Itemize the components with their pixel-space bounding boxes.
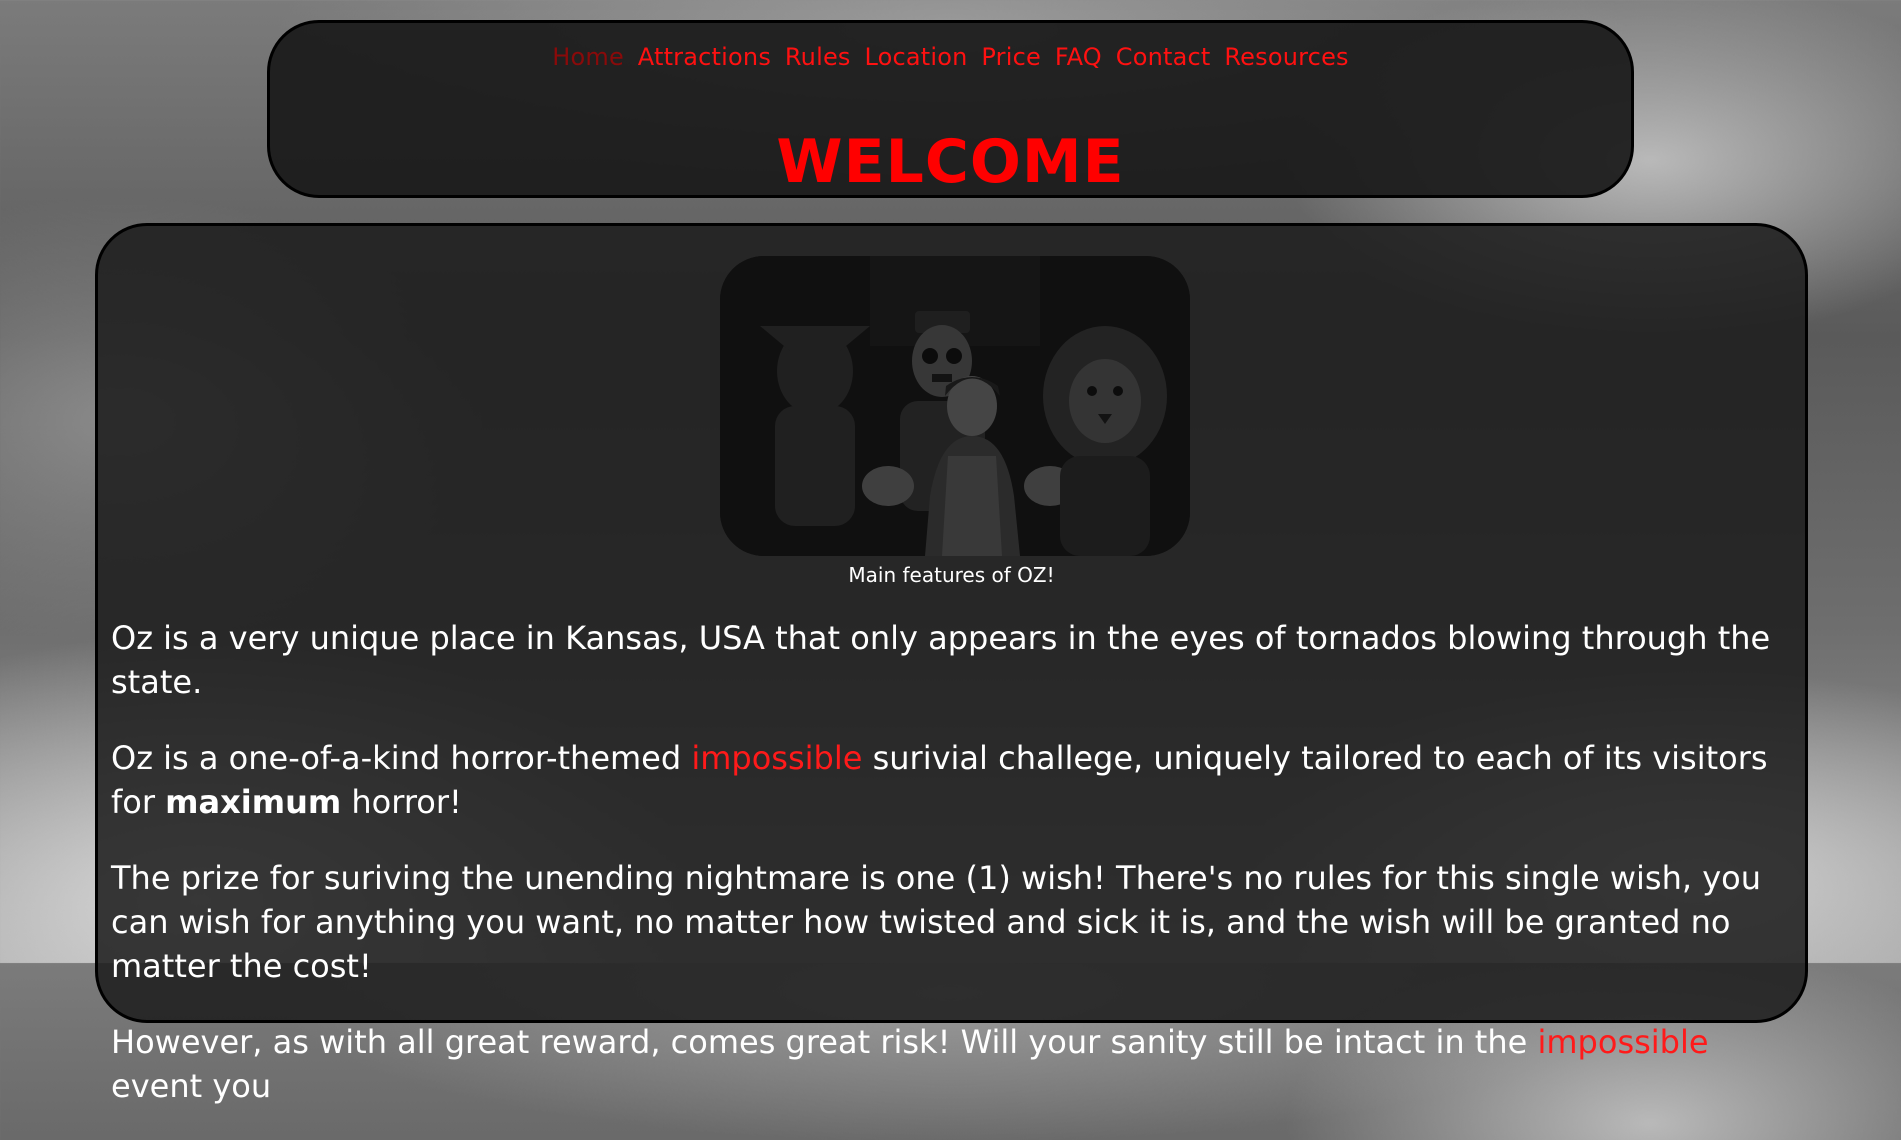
nav-resources[interactable]: Resources [1224, 43, 1348, 71]
photo-caption: Main features of OZ! [848, 563, 1055, 587]
photo-graphic [720, 256, 1190, 556]
text-segment: Oz is a one-of-a-kind horror-themed [111, 739, 692, 777]
maximum-bold: maximum [165, 783, 342, 821]
page-title: WELCOME [776, 127, 1125, 197]
header-panel: Home Attractions Rules Location Price FA… [267, 20, 1634, 198]
nav-price[interactable]: Price [981, 43, 1041, 71]
paragraph-4: However, as with all great reward, comes… [111, 1020, 1801, 1108]
intro-text: Oz is a very unique place in Kansas, USA… [111, 616, 1801, 1140]
main-nav: Home Attractions Rules Location Price FA… [270, 43, 1631, 71]
nav-home[interactable]: Home [552, 43, 624, 71]
nav-faq[interactable]: FAQ [1055, 43, 1102, 71]
nav-contact[interactable]: Contact [1116, 43, 1211, 71]
nav-attractions[interactable]: Attractions [638, 43, 771, 71]
oz-characters-photo [720, 256, 1190, 556]
impossible-highlight: impossible [691, 739, 863, 777]
main-content-panel: Main features of OZ! Oz is a very unique… [95, 223, 1808, 1105]
paragraph-3: The prize for suriving the unending nigh… [111, 859, 1762, 985]
impossible-highlight: impossible [1537, 1023, 1709, 1061]
nav-location[interactable]: Location [864, 43, 967, 71]
paragraph-1: Oz is a very unique place in Kansas, USA… [111, 619, 1771, 701]
nav-rules[interactable]: Rules [785, 43, 851, 71]
paragraph-2: Oz is a one-of-a-kind horror-themed impo… [111, 736, 1801, 824]
text-segment: event you [111, 1067, 272, 1105]
text-segment: However, as with all great reward, comes… [111, 1023, 1538, 1061]
text-segment: horror! [341, 783, 462, 821]
